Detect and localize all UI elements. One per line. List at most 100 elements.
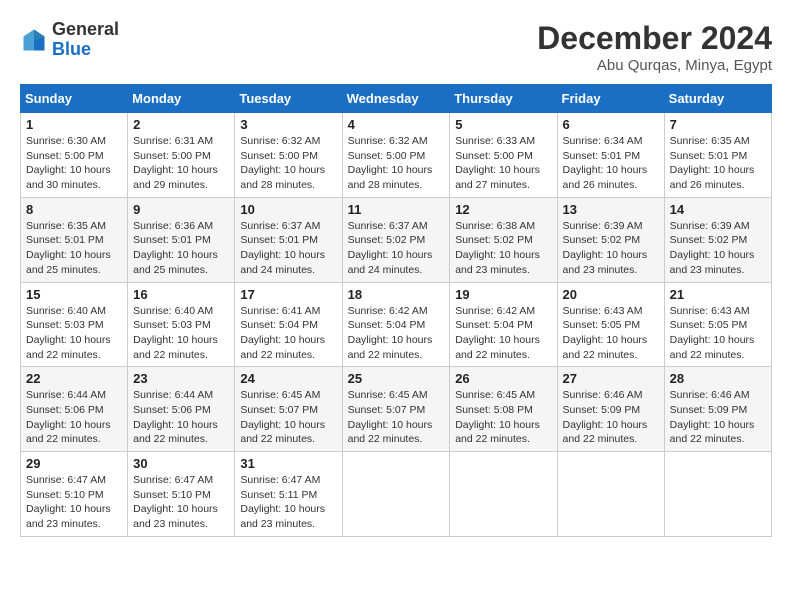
logo-text: General Blue: [52, 20, 119, 60]
calendar-cell: 4 Sunrise: 6:32 AMSunset: 5:00 PMDayligh…: [342, 113, 450, 198]
day-number: 10: [240, 202, 336, 217]
day-number: 23: [133, 371, 229, 386]
day-info: Sunrise: 6:36 AMSunset: 5:01 PMDaylight:…: [133, 219, 229, 278]
day-number: 16: [133, 287, 229, 302]
calendar-week-row: 8 Sunrise: 6:35 AMSunset: 5:01 PMDayligh…: [21, 197, 772, 282]
calendar-cell: [664, 452, 771, 537]
day-number: 20: [563, 287, 659, 302]
day-info: Sunrise: 6:47 AMSunset: 5:10 PMDaylight:…: [26, 473, 122, 532]
day-number: 27: [563, 371, 659, 386]
day-info: Sunrise: 6:31 AMSunset: 5:00 PMDaylight:…: [133, 134, 229, 193]
day-info: Sunrise: 6:45 AMSunset: 5:07 PMDaylight:…: [348, 388, 445, 447]
calendar-cell: 15 Sunrise: 6:40 AMSunset: 5:03 PMDaylig…: [21, 282, 128, 367]
calendar-cell: 6 Sunrise: 6:34 AMSunset: 5:01 PMDayligh…: [557, 113, 664, 198]
day-number: 6: [563, 117, 659, 132]
day-number: 15: [26, 287, 122, 302]
calendar-cell: [557, 452, 664, 537]
weekday-header: Friday: [557, 85, 664, 113]
day-number: 2: [133, 117, 229, 132]
calendar-cell: 28 Sunrise: 6:46 AMSunset: 5:09 PMDaylig…: [664, 367, 771, 452]
weekday-header: Sunday: [21, 85, 128, 113]
day-number: 21: [670, 287, 766, 302]
calendar-cell: 26 Sunrise: 6:45 AMSunset: 5:08 PMDaylig…: [450, 367, 557, 452]
calendar-cell: 29 Sunrise: 6:47 AMSunset: 5:10 PMDaylig…: [21, 452, 128, 537]
day-info: Sunrise: 6:38 AMSunset: 5:02 PMDaylight:…: [455, 219, 551, 278]
day-info: Sunrise: 6:32 AMSunset: 5:00 PMDaylight:…: [240, 134, 336, 193]
logo: General Blue: [20, 20, 119, 60]
day-number: 1: [26, 117, 122, 132]
day-info: Sunrise: 6:45 AMSunset: 5:07 PMDaylight:…: [240, 388, 336, 447]
day-number: 18: [348, 287, 445, 302]
day-number: 30: [133, 456, 229, 471]
weekday-header: Saturday: [664, 85, 771, 113]
calendar-cell: 1 Sunrise: 6:30 AMSunset: 5:00 PMDayligh…: [21, 113, 128, 198]
calendar-cell: 8 Sunrise: 6:35 AMSunset: 5:01 PMDayligh…: [21, 197, 128, 282]
calendar-cell: [450, 452, 557, 537]
day-info: Sunrise: 6:46 AMSunset: 5:09 PMDaylight:…: [670, 388, 766, 447]
day-info: Sunrise: 6:47 AMSunset: 5:10 PMDaylight:…: [133, 473, 229, 532]
calendar-cell: 16 Sunrise: 6:40 AMSunset: 5:03 PMDaylig…: [128, 282, 235, 367]
day-info: Sunrise: 6:42 AMSunset: 5:04 PMDaylight:…: [348, 304, 445, 363]
day-info: Sunrise: 6:42 AMSunset: 5:04 PMDaylight:…: [455, 304, 551, 363]
calendar-cell: 5 Sunrise: 6:33 AMSunset: 5:00 PMDayligh…: [450, 113, 557, 198]
calendar-cell: 9 Sunrise: 6:36 AMSunset: 5:01 PMDayligh…: [128, 197, 235, 282]
day-info: Sunrise: 6:44 AMSunset: 5:06 PMDaylight:…: [133, 388, 229, 447]
day-number: 7: [670, 117, 766, 132]
calendar-week-row: 1 Sunrise: 6:30 AMSunset: 5:00 PMDayligh…: [21, 113, 772, 198]
day-info: Sunrise: 6:37 AMSunset: 5:02 PMDaylight:…: [348, 219, 445, 278]
calendar-cell: 14 Sunrise: 6:39 AMSunset: 5:02 PMDaylig…: [664, 197, 771, 282]
calendar-cell: 25 Sunrise: 6:45 AMSunset: 5:07 PMDaylig…: [342, 367, 450, 452]
day-info: Sunrise: 6:35 AMSunset: 5:01 PMDaylight:…: [26, 219, 122, 278]
calendar-cell: 11 Sunrise: 6:37 AMSunset: 5:02 PMDaylig…: [342, 197, 450, 282]
weekday-header: Tuesday: [235, 85, 342, 113]
page-header: General Blue December 2024 Abu Qurqas, M…: [20, 20, 772, 74]
calendar-cell: 31 Sunrise: 6:47 AMSunset: 5:11 PMDaylig…: [235, 452, 342, 537]
day-number: 4: [348, 117, 445, 132]
day-number: 26: [455, 371, 551, 386]
logo-icon: [20, 26, 48, 54]
calendar-cell: 10 Sunrise: 6:37 AMSunset: 5:01 PMDaylig…: [235, 197, 342, 282]
day-number: 13: [563, 202, 659, 217]
day-info: Sunrise: 6:32 AMSunset: 5:00 PMDaylight:…: [348, 134, 445, 193]
day-info: Sunrise: 6:47 AMSunset: 5:11 PMDaylight:…: [240, 473, 336, 532]
day-number: 24: [240, 371, 336, 386]
day-info: Sunrise: 6:39 AMSunset: 5:02 PMDaylight:…: [563, 219, 659, 278]
calendar-cell: 3 Sunrise: 6:32 AMSunset: 5:00 PMDayligh…: [235, 113, 342, 198]
day-number: 8: [26, 202, 122, 217]
weekday-header: Thursday: [450, 85, 557, 113]
day-number: 3: [240, 117, 336, 132]
calendar-cell: 7 Sunrise: 6:35 AMSunset: 5:01 PMDayligh…: [664, 113, 771, 198]
calendar-cell: [342, 452, 450, 537]
title-area: December 2024 Abu Qurqas, Minya, Egypt: [537, 20, 772, 74]
calendar-cell: 18 Sunrise: 6:42 AMSunset: 5:04 PMDaylig…: [342, 282, 450, 367]
day-number: 19: [455, 287, 551, 302]
day-info: Sunrise: 6:39 AMSunset: 5:02 PMDaylight:…: [670, 219, 766, 278]
calendar-cell: 13 Sunrise: 6:39 AMSunset: 5:02 PMDaylig…: [557, 197, 664, 282]
calendar-cell: 22 Sunrise: 6:44 AMSunset: 5:06 PMDaylig…: [21, 367, 128, 452]
day-info: Sunrise: 6:40 AMSunset: 5:03 PMDaylight:…: [133, 304, 229, 363]
day-number: 25: [348, 371, 445, 386]
day-info: Sunrise: 6:30 AMSunset: 5:00 PMDaylight:…: [26, 134, 122, 193]
calendar-cell: 19 Sunrise: 6:42 AMSunset: 5:04 PMDaylig…: [450, 282, 557, 367]
day-number: 5: [455, 117, 551, 132]
calendar-cell: 21 Sunrise: 6:43 AMSunset: 5:05 PMDaylig…: [664, 282, 771, 367]
day-number: 14: [670, 202, 766, 217]
day-info: Sunrise: 6:43 AMSunset: 5:05 PMDaylight:…: [563, 304, 659, 363]
day-number: 17: [240, 287, 336, 302]
calendar-cell: 27 Sunrise: 6:46 AMSunset: 5:09 PMDaylig…: [557, 367, 664, 452]
calendar-cell: 30 Sunrise: 6:47 AMSunset: 5:10 PMDaylig…: [128, 452, 235, 537]
month-year-title: December 2024: [537, 20, 772, 57]
calendar-cell: 2 Sunrise: 6:31 AMSunset: 5:00 PMDayligh…: [128, 113, 235, 198]
calendar-cell: 23 Sunrise: 6:44 AMSunset: 5:06 PMDaylig…: [128, 367, 235, 452]
calendar-table: SundayMondayTuesdayWednesdayThursdayFrid…: [20, 84, 772, 537]
day-number: 9: [133, 202, 229, 217]
day-info: Sunrise: 6:34 AMSunset: 5:01 PMDaylight:…: [563, 134, 659, 193]
calendar-week-row: 15 Sunrise: 6:40 AMSunset: 5:03 PMDaylig…: [21, 282, 772, 367]
day-number: 12: [455, 202, 551, 217]
weekday-header: Wednesday: [342, 85, 450, 113]
day-info: Sunrise: 6:40 AMSunset: 5:03 PMDaylight:…: [26, 304, 122, 363]
day-number: 29: [26, 456, 122, 471]
day-info: Sunrise: 6:46 AMSunset: 5:09 PMDaylight:…: [563, 388, 659, 447]
calendar-cell: 12 Sunrise: 6:38 AMSunset: 5:02 PMDaylig…: [450, 197, 557, 282]
day-info: Sunrise: 6:43 AMSunset: 5:05 PMDaylight:…: [670, 304, 766, 363]
